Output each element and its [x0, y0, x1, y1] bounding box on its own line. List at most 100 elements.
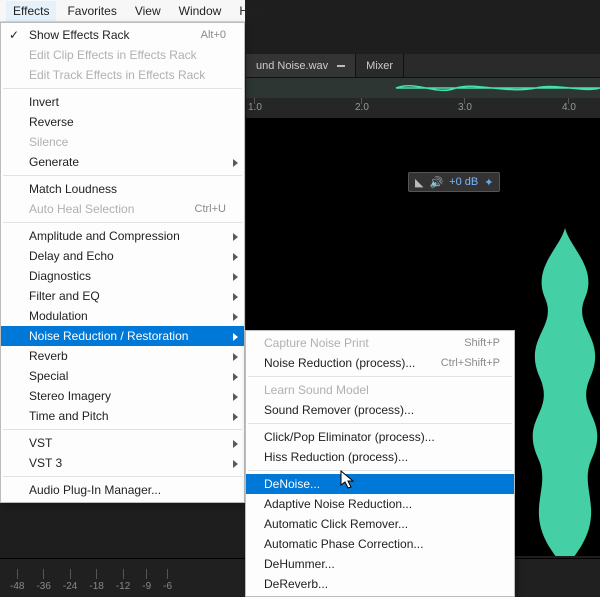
menu-favorites[interactable]: Favorites — [60, 1, 123, 21]
menu-item-capture-noise-print: Capture Noise PrintShift+P — [246, 333, 514, 353]
menu-item-filter-and-eq[interactable]: Filter and EQ — [1, 286, 244, 306]
menu-item-label: Auto Heal Selection — [29, 202, 195, 216]
menu-item-label: Edit Track Effects in Effects Rack — [29, 68, 226, 82]
menu-item-shortcut: Shift+P — [464, 337, 500, 349]
menu-item-label: Invert — [29, 95, 226, 109]
submenu-arrow-icon — [233, 293, 238, 301]
effect-icon: ✦ — [484, 176, 493, 189]
mouse-cursor-icon — [340, 470, 356, 490]
time-ruler[interactable]: 1.0 2.0 3.0 4.0 — [246, 98, 600, 118]
menu-item-modulation[interactable]: Modulation — [1, 306, 244, 326]
menu-item-reverb[interactable]: Reverb — [1, 346, 244, 366]
menu-item-label: VST — [29, 436, 226, 450]
menu-item-stereo-imagery[interactable]: Stereo Imagery — [1, 386, 244, 406]
menu-view[interactable]: View — [128, 1, 168, 21]
menu-item-label: Filter and EQ — [29, 289, 226, 303]
submenu-arrow-icon — [233, 233, 238, 241]
menu-item-time-and-pitch[interactable]: Time and Pitch — [1, 406, 244, 426]
menu-item-dereverb[interactable]: DeReverb... — [246, 574, 514, 594]
menu-separator — [248, 470, 512, 471]
volume-db-label: +0 dB — [449, 176, 478, 188]
submenu-arrow-icon — [233, 440, 238, 448]
menu-separator — [3, 88, 242, 89]
menu-item-label: Noise Reduction (process)... — [264, 356, 441, 370]
document-tabs: und Noise.wav Mixer — [246, 54, 600, 78]
submenu-arrow-icon — [233, 273, 238, 281]
menu-item-shortcut: Ctrl+Shift+P — [441, 357, 500, 369]
submenu-arrow-icon — [233, 159, 238, 167]
menu-item-adaptive-noise-reduction[interactable]: Adaptive Noise Reduction... — [246, 494, 514, 514]
menu-item-label: Delay and Echo — [29, 249, 226, 263]
menu-item-vst[interactable]: VST — [1, 433, 244, 453]
db-tick: -12 — [116, 581, 130, 592]
menu-item-audio-plug-in-manager[interactable]: Audio Plug-In Manager... — [1, 480, 244, 500]
menu-separator — [248, 376, 512, 377]
submenu-arrow-icon — [233, 393, 238, 401]
menu-item-label: Generate — [29, 155, 226, 169]
menu-item-label: Show Effects Rack — [29, 28, 201, 42]
menu-item-automatic-click-remover[interactable]: Automatic Click Remover... — [246, 514, 514, 534]
db-tick: -9 — [142, 581, 151, 592]
menu-item-learn-sound-model: Learn Sound Model — [246, 380, 514, 400]
menu-item-label: Amplitude and Compression — [29, 229, 226, 243]
menu-item-label: Learn Sound Model — [264, 383, 500, 397]
menu-item-noise-reduction-restoration[interactable]: Noise Reduction / Restoration — [1, 326, 244, 346]
menu-item-shortcut: Ctrl+U — [195, 203, 226, 215]
volume-hud[interactable]: ◣ 🔊 +0 dB ✦ — [408, 172, 500, 192]
menu-item-label: Capture Noise Print — [264, 336, 464, 350]
menu-help[interactable]: Help — [232, 1, 271, 21]
tab-mixer-label: Mixer — [366, 60, 393, 72]
menu-item-special[interactable]: Special — [1, 366, 244, 386]
submenu-arrow-icon — [233, 333, 238, 341]
menu-item-label: DeReverb... — [264, 577, 500, 591]
menu-item-edit-track-effects-in-effects-rack: Edit Track Effects in Effects Rack — [1, 65, 244, 85]
menu-item-label: Edit Clip Effects in Effects Rack — [29, 48, 226, 62]
overview-waveform[interactable] — [246, 78, 600, 98]
menu-item-label: Automatic Click Remover... — [264, 517, 500, 531]
menu-window[interactable]: Window — [172, 1, 229, 21]
menu-item-label: Automatic Phase Correction... — [264, 537, 500, 551]
menu-item-show-effects-rack[interactable]: ✓ Show Effects RackAlt+0 — [1, 25, 244, 45]
menu-item-label: Silence — [29, 135, 226, 149]
menu-item-label: DeNoise... — [264, 477, 500, 491]
menu-item-match-loudness[interactable]: Match Loudness — [1, 179, 244, 199]
menu-separator — [3, 175, 242, 176]
pan-icon: ◣ — [415, 176, 423, 189]
menu-item-label: Reverse — [29, 115, 226, 129]
menu-item-dehummer[interactable]: DeHummer... — [246, 554, 514, 574]
submenu-arrow-icon — [233, 460, 238, 468]
menu-item-automatic-phase-correction[interactable]: Automatic Phase Correction... — [246, 534, 514, 554]
menu-item-hiss-reduction-process[interactable]: Hiss Reduction (process)... — [246, 447, 514, 467]
menu-item-denoise[interactable]: DeNoise... — [246, 474, 514, 494]
submenu-arrow-icon — [233, 353, 238, 361]
menu-item-delay-and-echo[interactable]: Delay and Echo — [1, 246, 244, 266]
menu-item-diagnostics[interactable]: Diagnostics — [1, 266, 244, 286]
menu-separator — [3, 222, 242, 223]
submenu-arrow-icon — [233, 373, 238, 381]
noise-reduction-submenu: Capture Noise PrintShift+PNoise Reductio… — [245, 330, 515, 597]
menu-item-shortcut: Alt+0 — [201, 29, 226, 41]
menu-item-label: Noise Reduction / Restoration — [29, 329, 226, 343]
menu-item-reverse[interactable]: Reverse — [1, 112, 244, 132]
db-tick: -48 — [10, 581, 24, 592]
menu-item-click-pop-eliminator-process[interactable]: Click/Pop Eliminator (process)... — [246, 427, 514, 447]
menu-item-amplitude-and-compression[interactable]: Amplitude and Compression — [1, 226, 244, 246]
tab-file[interactable]: und Noise.wav — [246, 54, 356, 77]
menu-item-noise-reduction-process[interactable]: Noise Reduction (process)...Ctrl+Shift+P — [246, 353, 514, 373]
db-tick: -18 — [89, 581, 103, 592]
menu-item-silence: Silence — [1, 132, 244, 152]
menu-item-generate[interactable]: Generate — [1, 152, 244, 172]
checkmark-icon: ✓ — [9, 28, 21, 40]
db-tick: -24 — [63, 581, 77, 592]
menu-item-label: Diagnostics — [29, 269, 226, 283]
tab-mixer[interactable]: Mixer — [356, 54, 404, 77]
menu-effects[interactable]: Effects — [6, 1, 56, 21]
menu-item-vst-3[interactable]: VST 3 — [1, 453, 244, 473]
volume-icon: 🔊 — [429, 176, 443, 189]
menu-item-sound-remover-process[interactable]: Sound Remover (process)... — [246, 400, 514, 420]
waveform-graphic — [520, 228, 600, 556]
db-tick: -36 — [36, 581, 50, 592]
menu-item-label: Time and Pitch — [29, 409, 226, 423]
menu-item-invert[interactable]: Invert — [1, 92, 244, 112]
menu-separator — [3, 429, 242, 430]
